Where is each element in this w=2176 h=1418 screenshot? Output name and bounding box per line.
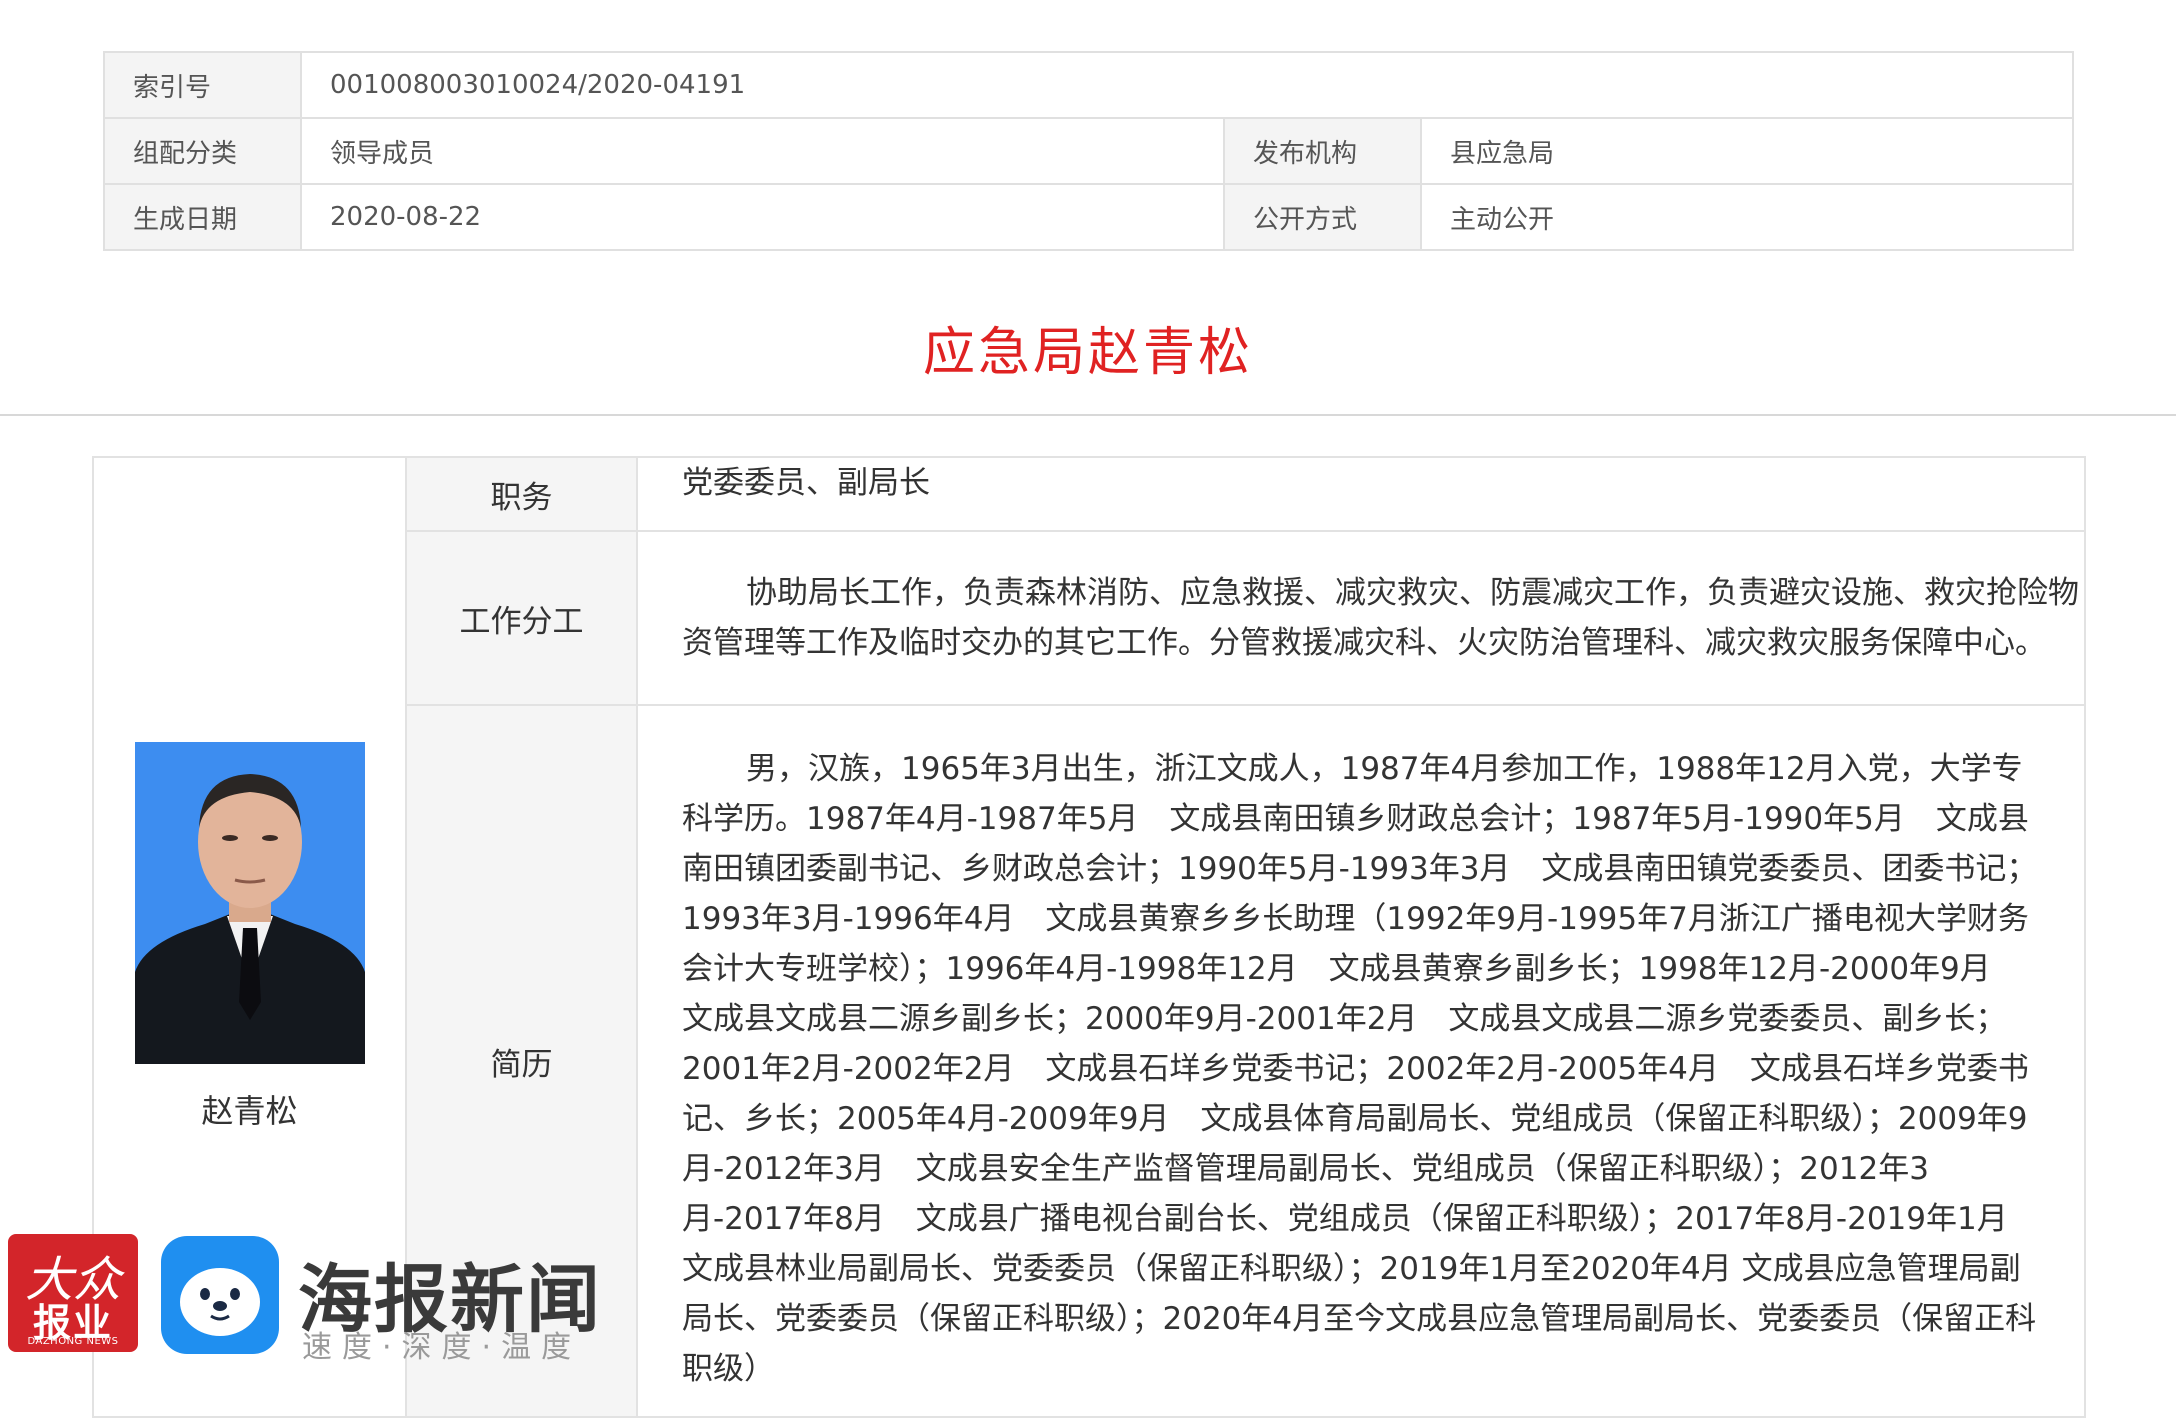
metadata-row-date: 生成日期 2020-08-22 公开方式 主动公开 [103, 183, 2074, 251]
duty-value: 协助局长工作，负责森林消防、应急救援、减灾救灾、防震减灾工作，负责避灾设施、救灾… [682, 575, 2079, 661]
duty-label: 工作分工 [405, 530, 638, 706]
dazhong-logo-small: DAZHONG NEWS [27, 1336, 119, 1347]
category-value: 领导成员 [300, 117, 1225, 185]
index-label: 索引号 [103, 51, 302, 119]
title-divider [0, 414, 2176, 416]
publisher-label: 发布机构 [1223, 117, 1422, 185]
metadata-row-index: 索引号 001008003010024/2020-04191 [103, 51, 2074, 119]
date-value: 2020-08-22 [300, 183, 1225, 251]
resume-value: 男，汉族，1965年3月出生，浙江文成人，1987年4月参加工作，1988年12… [682, 751, 2039, 1387]
duty-value-cell: 协助局长工作，负责森林消防、应急救援、减灾救灾、防震减灾工作，负责避灾设施、救灾… [636, 530, 2086, 706]
metadata-row-category: 组配分类 领导成员 发布机构 县应急局 [103, 117, 2074, 185]
date-label: 生成日期 [103, 183, 302, 251]
position-label: 职务 [405, 456, 638, 532]
dazhong-logo: 大众 报业 DAZHONG NEWS [8, 1234, 138, 1352]
person-name: 赵青松 [201, 1092, 298, 1130]
disclosure-value: 主动公开 [1420, 183, 2074, 251]
haibao-slogan: 速度·深度·温度 [302, 1330, 582, 1365]
page-title: 应急局赵青松 [922, 323, 1253, 383]
profile-row-position: 赵青松 职务 党委委员、副局长 [92, 456, 2086, 1418]
watermark-logos: 大众 报业 DAZHONG NEWS 海报新闻 速度·深度·温度 [6, 1232, 646, 1365]
position-value: 党委委员、副局长 [636, 456, 2086, 532]
resume-value-cell: 男，汉族，1965年3月出生，浙江文成人，1987年4月参加工作，1988年12… [636, 704, 2086, 1418]
disclosure-label: 公开方式 [1223, 183, 1422, 251]
metadata-table: 索引号 001008003010024/2020-04191 组配分类 领导成员… [103, 51, 2074, 251]
index-value: 001008003010024/2020-04191 [300, 51, 2074, 119]
seal-icon [161, 1236, 279, 1354]
category-label: 组配分类 [103, 117, 302, 185]
publisher-value: 县应急局 [1420, 117, 2074, 185]
portrait-photo [134, 742, 365, 1064]
